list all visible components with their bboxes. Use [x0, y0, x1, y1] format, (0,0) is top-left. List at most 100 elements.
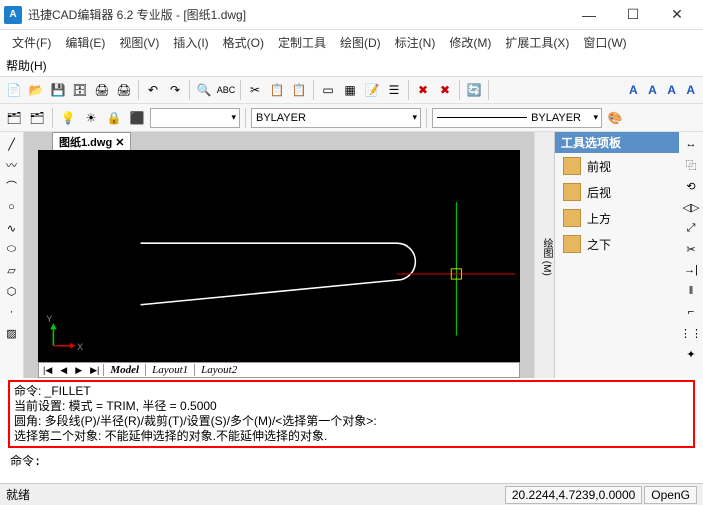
list-icon[interactable]: ☰ [384, 80, 404, 100]
status-coords: 20.2244,4.7239,0.0000 [505, 486, 642, 504]
palette-item-label: 之下 [587, 236, 611, 253]
menu-modify[interactable]: 修改(M) [443, 32, 497, 53]
command-input[interactable]: 命令: [0, 450, 703, 471]
arc-tool-icon[interactable]: ⌒ [3, 177, 21, 195]
scale-tool-icon[interactable]: ⤢ [682, 219, 700, 237]
text-icon[interactable]: 📝 [362, 80, 382, 100]
linetype-dropdown[interactable]: BYLAYER [251, 108, 421, 128]
sun-icon[interactable]: ☀ [81, 108, 101, 128]
add-icon[interactable]: ✖ [413, 80, 433, 100]
menu-edit[interactable]: 编辑(E) [59, 32, 111, 53]
copy-icon[interactable]: 📋 [267, 80, 287, 100]
open-file-icon[interactable]: 📂 [26, 80, 46, 100]
main-area: ╱ 〰 ⌒ ○ ∿ ⬭ ▱ ⬡ · ▨ 图纸1.dwg ✕ [0, 132, 703, 378]
palette-item-label: 前视 [587, 158, 611, 175]
find-icon[interactable]: 🔍 [194, 80, 214, 100]
minimize-button[interactable]: — [567, 1, 611, 29]
menu-custom-tools[interactable]: 定制工具 [272, 32, 332, 53]
ellipse-tool-icon[interactable]: ⬭ [3, 240, 21, 258]
layer-toolbar: 🗂 🗂 💡 ☀ 🔒 ⬛ BYLAYER BYLAYER 🎨 [0, 104, 703, 132]
tab-layout1[interactable]: Layout1 [145, 364, 194, 376]
print-preview-icon[interactable]: 🖨 [114, 80, 134, 100]
last-tab-icon[interactable]: ▶| [86, 365, 103, 376]
paste-icon[interactable]: 📋 [289, 80, 309, 100]
menu-ext-tools[interactable]: 扩展工具(X) [499, 32, 575, 53]
text-style-buttons[interactable]: A A A A [629, 83, 699, 97]
menu-bar: 文件(F) 编辑(E) 视图(V) 插入(I) 格式(O) 定制工具 绘图(D)… [0, 30, 703, 54]
lineweight-dropdown[interactable]: BYLAYER [432, 108, 602, 128]
palette-item[interactable]: 上方 [555, 205, 679, 231]
undo-icon[interactable]: ↶ [143, 80, 163, 100]
save-all-icon[interactable]: 🗄 [70, 80, 90, 100]
polyline-tool-icon[interactable]: 〰 [3, 156, 21, 174]
maximize-button[interactable]: ☐ [611, 1, 655, 29]
rotate-tool-icon[interactable]: ⟲ [682, 177, 700, 195]
point-tool-icon[interactable]: · [3, 303, 21, 321]
hatch-tool-icon[interactable]: ▨ [3, 324, 21, 342]
view-icon [563, 157, 581, 175]
array-tool-icon[interactable]: ⋮⋮ [682, 324, 700, 342]
next-tab-icon[interactable]: ▶ [71, 365, 86, 376]
menu-insert[interactable]: 插入(I) [167, 32, 214, 53]
line-tool-icon[interactable]: ╱ [3, 135, 21, 153]
palette-item[interactable]: 后视 [555, 179, 679, 205]
separator [426, 108, 427, 128]
menu-format[interactable]: 格式(O) [217, 32, 270, 53]
separator [488, 80, 489, 100]
menu-dimension[interactable]: 标注(N) [389, 32, 442, 53]
view-icon [563, 209, 581, 227]
extend-tool-icon[interactable]: →| [682, 261, 700, 279]
refresh-icon[interactable]: 🔄 [464, 80, 484, 100]
layer-states-icon[interactable]: 🗂 [27, 108, 47, 128]
select-icon[interactable]: ▭ [318, 80, 338, 100]
vtab-draw[interactable]: 绘图 (M) [539, 238, 554, 276]
print-icon[interactable]: 🖨 [92, 80, 112, 100]
palette-item[interactable]: 之下 [555, 231, 679, 257]
lock-icon[interactable]: 🔒 [104, 108, 124, 128]
first-tab-icon[interactable]: |◀ [39, 365, 56, 376]
grid-icon[interactable]: ▦ [340, 80, 360, 100]
menu-window[interactable]: 窗口(W) [577, 32, 632, 53]
redo-icon[interactable]: ↷ [165, 80, 185, 100]
menu-draw[interactable]: 绘图(D) [334, 32, 387, 53]
palette-item[interactable]: 前视 [555, 153, 679, 179]
rectangle-tool-icon[interactable]: ▱ [3, 261, 21, 279]
save-icon[interactable]: 💾 [48, 80, 68, 100]
explode-tool-icon[interactable]: ✦ [682, 345, 700, 363]
canvas-svg: Y X [38, 150, 520, 362]
cmd-line: 圆角: 多段线(P)/半径(R)/裁剪(T)/设置(S)/多个(M)/<选择第一… [14, 414, 689, 429]
main-toolbar: 📄 📂 💾 🗄 🖨 🖨 ↶ ↷ 🔍 ABC ✂ 📋 📋 ▭ ▦ 📝 ☰ ✖ ✖ … [0, 76, 703, 104]
circle-tool-icon[interactable]: ○ [3, 198, 21, 216]
close-button[interactable]: ✕ [655, 1, 699, 29]
offset-tool-icon[interactable]: ‖ [682, 282, 700, 300]
tab-model[interactable]: Model [103, 364, 145, 376]
spellcheck-icon[interactable]: ABC [216, 80, 236, 100]
separator [408, 80, 409, 100]
color-box-icon[interactable]: ⬛ [127, 108, 147, 128]
file-tab[interactable]: 图纸1.dwg ✕ [52, 132, 131, 151]
polygon-tool-icon[interactable]: ⬡ [3, 282, 21, 300]
trim-tool-icon[interactable]: ✂ [682, 240, 700, 258]
new-file-icon[interactable]: 📄 [4, 80, 24, 100]
cmd-line: 命令: _FILLET [14, 384, 689, 399]
tab-layout2[interactable]: Layout2 [194, 364, 243, 376]
spline-tool-icon[interactable]: ∿ [3, 219, 21, 237]
layer-dropdown[interactable] [150, 108, 240, 128]
tool-palette: 绘图 (M) 直章 图案 工具选项板 前视 后视 上方 之下 [534, 132, 679, 378]
copy-tool-icon[interactable]: ⿻ [682, 156, 700, 174]
drawing-canvas[interactable]: Y X [38, 150, 520, 362]
tab-close-icon[interactable]: ✕ [115, 137, 124, 149]
layer-manager-icon[interactable]: 🗂 [4, 108, 24, 128]
menu-view[interactable]: 视图(V) [113, 32, 165, 53]
mirror-tool-icon[interactable]: ◁▷ [682, 198, 700, 216]
delete-icon[interactable]: ✖ [435, 80, 455, 100]
prev-tab-icon[interactable]: ◀ [56, 365, 71, 376]
move-tool-icon[interactable]: ↔ [682, 135, 700, 153]
svg-text:Y: Y [46, 314, 52, 324]
cut-icon[interactable]: ✂ [245, 80, 265, 100]
color-picker-icon[interactable]: 🎨 [605, 108, 625, 128]
fillet-tool-icon[interactable]: ⌐ [682, 303, 700, 321]
lightbulb-on-icon[interactable]: 💡 [58, 108, 78, 128]
menu-help[interactable]: 帮助(H) [6, 57, 47, 74]
menu-file[interactable]: 文件(F) [6, 32, 57, 53]
